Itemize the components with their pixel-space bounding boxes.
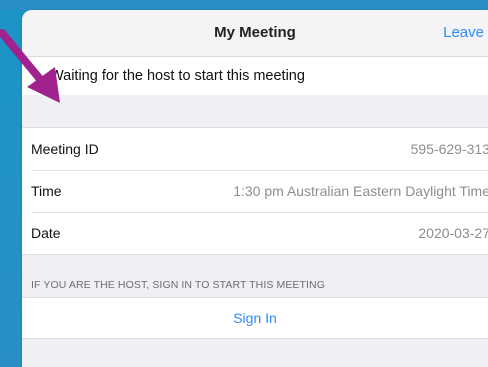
background-strip — [0, 0, 488, 10]
host-section-header: IF YOU ARE THE HOST, SIGN IN TO START TH… — [31, 279, 326, 291]
leave-button[interactable]: Leave — [443, 24, 484, 41]
date-value: 2020-03-27 — [418, 225, 488, 241]
time-value: 1:30 pm Australian Eastern Daylight Time — [233, 183, 488, 199]
time-label: Time — [31, 183, 62, 199]
waiting-message: Waiting for the host to start this meeti… — [22, 57, 488, 95]
sign-in-button[interactable]: Sign In — [22, 297, 488, 339]
page-title: My Meeting — [214, 24, 296, 41]
meeting-id-row: Meeting ID 595-629-313 — [22, 128, 488, 170]
meeting-panel: My Meeting Leave Waiting for the host to… — [22, 10, 488, 367]
date-label: Date — [31, 225, 61, 241]
time-row: Time 1:30 pm Australian Eastern Daylight… — [22, 170, 488, 212]
navigation-bar: My Meeting Leave — [22, 10, 488, 57]
meeting-id-value: 595-629-313 — [410, 141, 488, 157]
meeting-details-group: Meeting ID 595-629-313 Time 1:30 pm Aust… — [22, 127, 488, 255]
date-row: Date 2020-03-27 — [22, 212, 488, 254]
meeting-id-label: Meeting ID — [31, 141, 99, 157]
